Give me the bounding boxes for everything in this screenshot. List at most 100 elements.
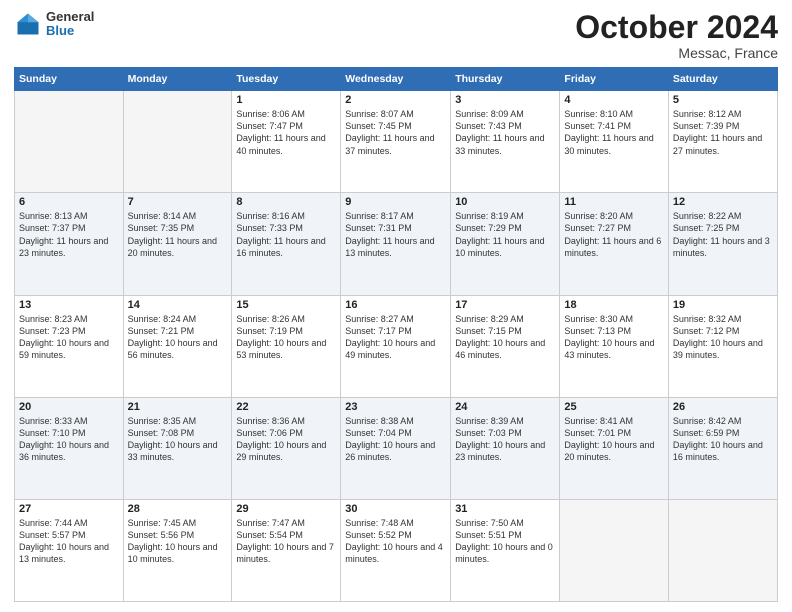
day-detail: Sunrise: 8:35 AMSunset: 7:08 PMDaylight:…	[128, 415, 228, 464]
weekday-header-thursday: Thursday	[451, 68, 560, 91]
day-number: 10	[455, 196, 555, 208]
day-number: 6	[19, 196, 119, 208]
day-number: 8	[236, 196, 336, 208]
logo-general: General	[46, 10, 94, 24]
day-detail: Sunrise: 8:17 AMSunset: 7:31 PMDaylight:…	[345, 210, 446, 259]
calendar-cell: 11Sunrise: 8:20 AMSunset: 7:27 PMDayligh…	[560, 193, 668, 295]
weekday-header-wednesday: Wednesday	[341, 68, 451, 91]
day-number: 22	[236, 401, 336, 413]
calendar-cell: 2 Sunrise: 8:07 AMSunset: 7:45 PMDaylight…	[341, 91, 451, 193]
day-detail: Sunrise: 8:06 AMSunset: 7:47 PMDaylight:…	[236, 108, 336, 157]
weekday-header-sunday: Sunday	[15, 68, 124, 91]
day-detail: Sunrise: 8:42 AMSunset: 6:59 PMDaylight:…	[673, 415, 773, 464]
day-detail: Sunrise: 8:36 AMSunset: 7:06 PMDaylight:…	[236, 415, 336, 464]
calendar-week-row: 20 Sunrise: 8:33 AMSunset: 7:10 PMDayligh…	[15, 397, 778, 499]
calendar-cell	[668, 499, 777, 601]
weekday-header-tuesday: Tuesday	[232, 68, 341, 91]
day-number: 13	[19, 299, 119, 311]
calendar-cell: 8Sunrise: 8:16 AMSunset: 7:33 PMDaylight…	[232, 193, 341, 295]
day-detail: Sunrise: 7:47 AMSunset: 5:54 PMDaylight:…	[236, 517, 336, 566]
calendar-cell: 12 Sunrise: 8:22 AMSunset: 7:25 PMDayligh…	[668, 193, 777, 295]
calendar-cell: 10Sunrise: 8:19 AMSunset: 7:29 PMDayligh…	[451, 193, 560, 295]
logo: General Blue	[14, 10, 94, 39]
calendar-cell: 20 Sunrise: 8:33 AMSunset: 7:10 PMDayligh…	[15, 397, 124, 499]
day-detail: Sunrise: 8:30 AMSunset: 7:13 PMDaylight:…	[564, 313, 663, 362]
calendar-cell: 13 Sunrise: 8:23 AMSunset: 7:23 PMDayligh…	[15, 295, 124, 397]
weekday-header-friday: Friday	[560, 68, 668, 91]
calendar-cell: 9Sunrise: 8:17 AMSunset: 7:31 PMDaylight…	[341, 193, 451, 295]
calendar-cell: 26 Sunrise: 8:42 AMSunset: 6:59 PMDayligh…	[668, 397, 777, 499]
day-detail: Sunrise: 8:26 AMSunset: 7:19 PMDaylight:…	[236, 313, 336, 362]
day-number: 1	[236, 94, 336, 106]
day-detail: Sunrise: 8:27 AMSunset: 7:17 PMDaylight:…	[345, 313, 446, 362]
day-number: 7	[128, 196, 228, 208]
day-number: 30	[345, 503, 446, 515]
day-number: 2	[345, 94, 446, 106]
calendar-week-row: 27Sunrise: 7:44 AMSunset: 5:57 PMDayligh…	[15, 499, 778, 601]
calendar-cell	[123, 91, 232, 193]
day-detail: Sunrise: 8:33 AMSunset: 7:10 PMDaylight:…	[19, 415, 119, 464]
calendar-cell: 27Sunrise: 7:44 AMSunset: 5:57 PMDayligh…	[15, 499, 124, 601]
day-number: 28	[128, 503, 228, 515]
day-number: 17	[455, 299, 555, 311]
calendar-week-row: 1 Sunrise: 8:06 AMSunset: 7:47 PMDaylight…	[15, 91, 778, 193]
day-number: 19	[673, 299, 773, 311]
day-number: 16	[345, 299, 446, 311]
calendar-page: General Blue October 2024 Messac, France…	[0, 0, 792, 612]
day-number: 14	[128, 299, 228, 311]
calendar-cell: 22 Sunrise: 8:36 AMSunset: 7:06 PMDayligh…	[232, 397, 341, 499]
calendar-cell: 29 Sunrise: 7:47 AMSunset: 5:54 PMDayligh…	[232, 499, 341, 601]
day-detail: Sunrise: 8:10 AMSunset: 7:41 PMDaylight:…	[564, 108, 663, 157]
calendar-cell: 17 Sunrise: 8:29 AMSunset: 7:15 PMDayligh…	[451, 295, 560, 397]
calendar-cell: 14Sunrise: 8:24 AMSunset: 7:21 PMDayligh…	[123, 295, 232, 397]
day-number: 12	[673, 196, 773, 208]
day-detail: Sunrise: 8:07 AMSunset: 7:45 PMDaylight:…	[345, 108, 446, 157]
logo-icon	[14, 10, 42, 38]
calendar-cell: 30 Sunrise: 7:48 AMSunset: 5:52 PMDayligh…	[341, 499, 451, 601]
day-detail: Sunrise: 7:45 AMSunset: 5:56 PMDaylight:…	[128, 517, 228, 566]
day-detail: Sunrise: 8:23 AMSunset: 7:23 PMDaylight:…	[19, 313, 119, 362]
day-number: 20	[19, 401, 119, 413]
day-number: 26	[673, 401, 773, 413]
day-number: 24	[455, 401, 555, 413]
day-detail: Sunrise: 8:14 AMSunset: 7:35 PMDaylight:…	[128, 210, 228, 259]
logo-blue: Blue	[46, 24, 94, 38]
day-detail: Sunrise: 8:22 AMSunset: 7:25 PMDaylight:…	[673, 210, 773, 259]
day-number: 18	[564, 299, 663, 311]
day-detail: Sunrise: 8:41 AMSunset: 7:01 PMDaylight:…	[564, 415, 663, 464]
calendar-cell: 25 Sunrise: 8:41 AMSunset: 7:01 PMDayligh…	[560, 397, 668, 499]
calendar-cell: 6 Sunrise: 8:13 AMSunset: 7:37 PMDaylight…	[15, 193, 124, 295]
calendar-cell: 16 Sunrise: 8:27 AMSunset: 7:17 PMDayligh…	[341, 295, 451, 397]
day-detail: Sunrise: 7:50 AMSunset: 5:51 PMDaylight:…	[455, 517, 555, 566]
day-number: 29	[236, 503, 336, 515]
day-number: 31	[455, 503, 555, 515]
day-number: 15	[236, 299, 336, 311]
calendar-cell: 21 Sunrise: 8:35 AMSunset: 7:08 PMDayligh…	[123, 397, 232, 499]
calendar-cell: 19Sunrise: 8:32 AMSunset: 7:12 PMDayligh…	[668, 295, 777, 397]
day-detail: Sunrise: 8:09 AMSunset: 7:43 PMDaylight:…	[455, 108, 555, 157]
weekday-header-row: SundayMondayTuesdayWednesdayThursdayFrid…	[15, 68, 778, 91]
calendar-cell: 1 Sunrise: 8:06 AMSunset: 7:47 PMDaylight…	[232, 91, 341, 193]
calendar-cell: 31 Sunrise: 7:50 AMSunset: 5:51 PMDayligh…	[451, 499, 560, 601]
day-detail: Sunrise: 8:29 AMSunset: 7:15 PMDaylight:…	[455, 313, 555, 362]
day-detail: Sunrise: 8:13 AMSunset: 7:37 PMDaylight:…	[19, 210, 119, 259]
calendar-cell: 18 Sunrise: 8:30 AMSunset: 7:13 PMDayligh…	[560, 295, 668, 397]
calendar-title: October 2024	[575, 10, 778, 45]
calendar-cell	[560, 499, 668, 601]
day-number: 4	[564, 94, 663, 106]
day-detail: Sunrise: 7:48 AMSunset: 5:52 PMDaylight:…	[345, 517, 446, 566]
day-number: 21	[128, 401, 228, 413]
day-number: 25	[564, 401, 663, 413]
weekday-header-monday: Monday	[123, 68, 232, 91]
day-number: 5	[673, 94, 773, 106]
day-detail: Sunrise: 8:38 AMSunset: 7:04 PMDaylight:…	[345, 415, 446, 464]
calendar-cell	[15, 91, 124, 193]
calendar-cell: 4 Sunrise: 8:10 AMSunset: 7:41 PMDaylight…	[560, 91, 668, 193]
calendar-cell: 15 Sunrise: 8:26 AMSunset: 7:19 PMDayligh…	[232, 295, 341, 397]
day-detail: Sunrise: 8:12 AMSunset: 7:39 PMDaylight:…	[673, 108, 773, 157]
calendar-cell: 24Sunrise: 8:39 AMSunset: 7:03 PMDayligh…	[451, 397, 560, 499]
calendar-week-row: 13 Sunrise: 8:23 AMSunset: 7:23 PMDayligh…	[15, 295, 778, 397]
calendar-cell: 28 Sunrise: 7:45 AMSunset: 5:56 PMDayligh…	[123, 499, 232, 601]
calendar-cell: 3Sunrise: 8:09 AMSunset: 7:43 PMDaylight…	[451, 91, 560, 193]
calendar-week-row: 6 Sunrise: 8:13 AMSunset: 7:37 PMDaylight…	[15, 193, 778, 295]
